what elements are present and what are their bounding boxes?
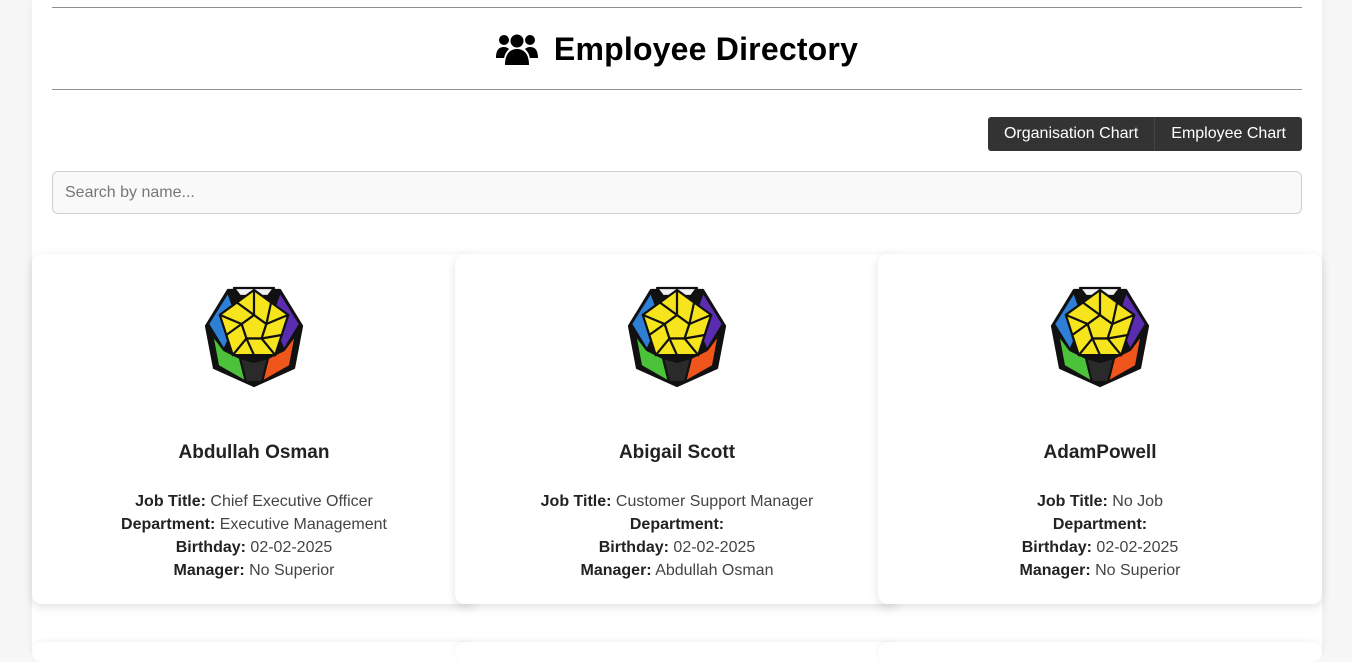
- page-title: Employee Directory: [553, 30, 859, 67]
- job-title-label: Job Title:: [540, 493, 612, 510]
- department-label: Department:: [629, 516, 725, 533]
- birthday-value: 02-02-2025: [673, 539, 756, 556]
- employee-name: AdamPowell: [1043, 442, 1157, 463]
- manager-row: Manager: No Superior: [878, 559, 1322, 582]
- megaminx-avatar: [1050, 286, 1150, 388]
- job-title-value: Chief Executive Officer: [210, 493, 373, 510]
- directory-page: Employee Directory Organisation Chart Em…: [32, 0, 1322, 662]
- employee-card[interactable]: Abdullah Osman Job Title: Chief Executiv…: [32, 254, 476, 604]
- birthday-label: Birthday:: [175, 539, 246, 556]
- employee-card[interactable]: Abigail Scott Job Title: Customer Suppor…: [455, 254, 899, 604]
- birthday-label: Birthday:: [598, 539, 669, 556]
- megaminx-avatar: [627, 286, 727, 388]
- birthday-row: Birthday: 02-02-2025: [455, 536, 899, 559]
- manager-label: Manager:: [173, 562, 245, 579]
- job-title-row: Job Title: Customer Support Manager: [455, 490, 899, 513]
- employee-card[interactable]: AdamPowell Job Title: No Job Department:…: [878, 254, 1322, 604]
- department-label: Department:: [1052, 516, 1148, 533]
- employee-name: Abigail Scott: [618, 442, 736, 463]
- department-row: Department: Executive Management: [32, 513, 476, 536]
- megaminx-avatar: [204, 286, 304, 388]
- chart-buttons: Organisation Chart Employee Chart: [987, 117, 1302, 151]
- job-title-row: Job Title: No Job: [878, 490, 1322, 513]
- birthday-value: 02-02-2025: [250, 539, 333, 556]
- employee-details: Job Title: No Job Department: Birthday: …: [878, 490, 1322, 582]
- job-title-row: Job Title: Chief Executive Officer: [32, 490, 476, 513]
- header-bottom-divider: [52, 89, 1302, 90]
- search-input[interactable]: [52, 171, 1302, 214]
- job-title-label: Job Title:: [135, 493, 206, 510]
- employee-details: Job Title: Customer Support Manager Depa…: [455, 490, 899, 582]
- job-title-value: Customer Support Manager: [615, 493, 814, 510]
- department-row: Department:: [878, 513, 1322, 536]
- manager-row: Manager: Abdullah Osman: [455, 559, 899, 582]
- birthday-row: Birthday: 02-02-2025: [32, 536, 476, 559]
- employee-card-next-row: [455, 642, 899, 662]
- header-top-divider: [52, 7, 1302, 8]
- manager-value: No Superior: [1095, 562, 1181, 579]
- department-label: Department:: [121, 516, 216, 533]
- job-title-label: Job Title:: [1037, 493, 1108, 510]
- employee-chart-button[interactable]: Employee Chart: [1154, 117, 1302, 151]
- manager-row: Manager: No Superior: [32, 559, 476, 582]
- birthday-label: Birthday:: [1021, 539, 1092, 556]
- job-title-value: No Job: [1112, 493, 1163, 510]
- department-row: Department:: [455, 513, 899, 536]
- page-header: Employee Directory: [32, 28, 1322, 70]
- employee-card-next-row: [878, 642, 1322, 662]
- employee-name: Abdullah Osman: [178, 442, 330, 463]
- employee-details: Job Title: Chief Executive Officer Depar…: [32, 490, 476, 582]
- manager-value: No Superior: [249, 562, 335, 579]
- department-value: Executive Management: [219, 516, 387, 533]
- employee-card-next-row: [32, 642, 476, 662]
- users-icon: [495, 34, 538, 65]
- manager-label: Manager:: [580, 562, 652, 579]
- birthday-value: 02-02-2025: [1096, 539, 1179, 556]
- organisation-chart-button[interactable]: Organisation Chart: [987, 117, 1155, 151]
- birthday-row: Birthday: 02-02-2025: [878, 536, 1322, 559]
- manager-label: Manager:: [1019, 562, 1091, 579]
- manager-value: Abdullah Osman: [655, 562, 774, 579]
